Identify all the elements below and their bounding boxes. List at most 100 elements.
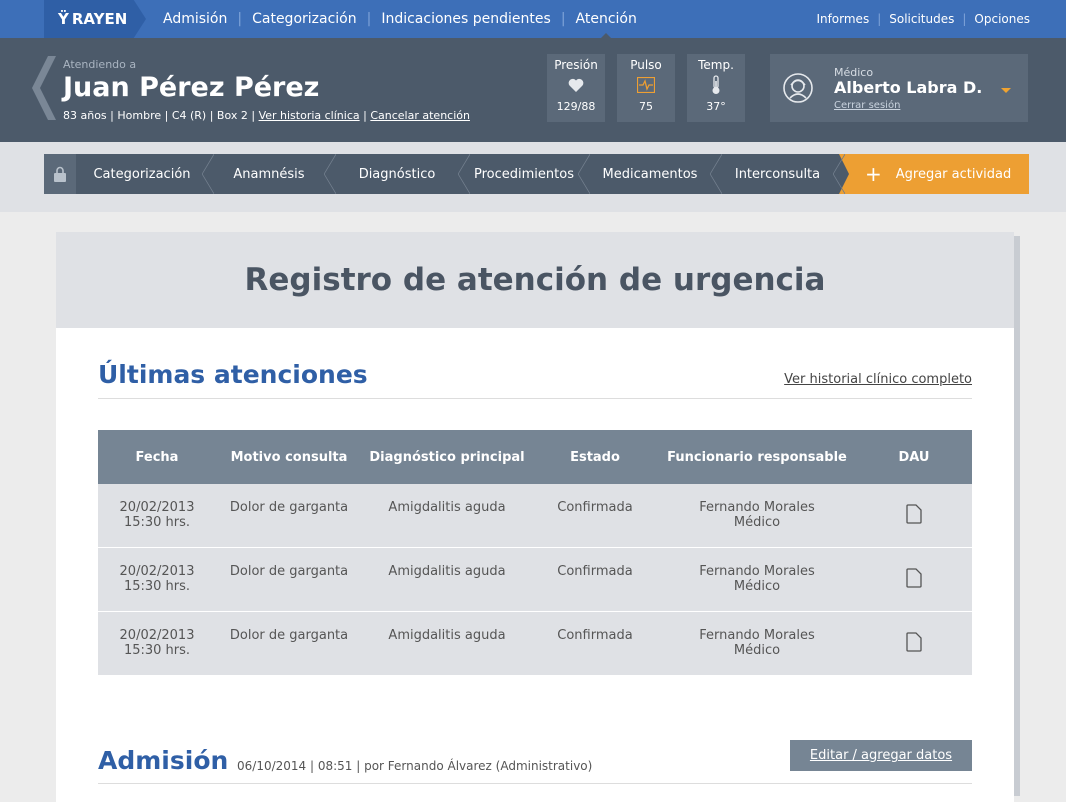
nav-categorizacion[interactable]: Categorización	[242, 11, 367, 27]
vital-pulse: Pulso 75	[617, 54, 675, 122]
doctor-name: Alberto Labra D.	[834, 78, 983, 97]
patient-demographics: 83 años | Hombre | C4 (R) | Box 2 |	[63, 109, 256, 122]
main-card: Registro de atención de urgencia Últimas…	[56, 232, 1014, 802]
nav-opciones[interactable]: Opciones	[974, 12, 1030, 26]
step-procedimientos[interactable]: Procedimientos	[464, 154, 590, 194]
divider	[98, 783, 972, 784]
time-text: 15:30 hrs.	[123, 643, 191, 658]
diagnosis-cell: Amigdalitis aguda	[388, 628, 506, 643]
status-cell: Confirmada	[557, 628, 633, 643]
vital-value: 129/88	[556, 100, 596, 113]
column-header: Estado	[570, 449, 620, 465]
chevron-down-icon[interactable]	[1001, 88, 1011, 93]
staff-cell: Fernando Morales Médico	[658, 564, 856, 594]
view-clinical-history-link[interactable]: Ver historia clínica	[259, 109, 360, 122]
column-header: Motivo consulta	[230, 449, 348, 465]
document-icon[interactable]	[906, 504, 922, 524]
vital-label: Presión	[554, 58, 598, 72]
plus-icon: +	[865, 162, 882, 186]
cancel-attention-link[interactable]: Cancelar atención	[370, 109, 470, 122]
doctor-avatar-icon	[783, 73, 813, 103]
time-text: 15:30 hrs.	[123, 579, 191, 594]
staff-name: Fernando Morales	[699, 564, 815, 579]
step-categorizacion[interactable]: Categorización	[76, 154, 214, 194]
edit-add-data-button[interactable]: Editar / agregar datos	[790, 740, 972, 771]
staff-name: Fernando Morales	[699, 628, 815, 643]
diagnosis-cell: Amigdalitis aguda	[388, 500, 506, 515]
column-header: DAU	[898, 449, 930, 465]
info-separator: |	[363, 109, 367, 122]
document-icon[interactable]	[906, 568, 922, 588]
patient-name: Juan Pérez Pérez	[63, 72, 320, 103]
step-diagnostico[interactable]: Diagnóstico	[330, 154, 470, 194]
page-title: Registro de atención de urgencia	[244, 262, 826, 298]
nav-admision[interactable]: Admisión	[163, 11, 237, 27]
staff-cell: Fernando Morales Médico	[658, 628, 856, 658]
thermometer-icon	[687, 75, 745, 95]
vital-value: 75	[639, 100, 653, 113]
vital-label: Pulso	[630, 58, 662, 72]
back-chevron-icon[interactable]	[26, 56, 56, 120]
table-row[interactable]: 20/02/2013 15:30 hrs. Dolor de garganta A…	[98, 484, 972, 548]
full-history-link[interactable]: Ver historial clínico completo	[784, 372, 972, 387]
step-anamnesis[interactable]: Anamnésis	[208, 154, 336, 194]
column-header: Diagnóstico principal	[369, 449, 525, 465]
pulse-icon	[617, 75, 675, 95]
date-text: 20/02/2013	[119, 628, 195, 643]
top-navigation: Ÿ RAYEN Admisión | Categorización | Indicac…	[0, 0, 1066, 39]
last-visits-title: Últimas atenciones	[98, 360, 368, 389]
table-row[interactable]: 20/02/2013 15:30 hrs. Dolor de garganta A…	[98, 612, 972, 676]
heart-icon	[547, 75, 605, 95]
divider	[98, 398, 972, 399]
table-row[interactable]: 20/02/2013 15:30 hrs. Dolor de garganta A…	[98, 548, 972, 612]
logout-link[interactable]: Cerrar sesión	[834, 100, 900, 111]
lock-icon	[44, 154, 76, 194]
table-header: Fecha Motivo consulta Diagnóstico princi…	[98, 430, 972, 484]
secondary-nav: Informes | Solicitudes | Opciones	[816, 12, 1030, 26]
vital-value: 37°	[706, 100, 726, 113]
admission-title: Admisión	[98, 746, 229, 775]
nav-indicaciones-pendientes[interactable]: Indicaciones pendientes	[371, 11, 560, 27]
staff-role: Médico	[733, 643, 781, 658]
step-interconsulta[interactable]: Interconsulta	[716, 154, 845, 194]
staff-role: Médico	[733, 515, 781, 530]
date-text: 20/02/2013	[119, 564, 195, 579]
patient-info: 83 años | Hombre | C4 (R) | Box 2 | Ver …	[63, 109, 470, 122]
status-cell: Confirmada	[557, 564, 633, 579]
staff-name: Fernando Morales	[699, 500, 815, 515]
status-cell: Confirmada	[557, 500, 633, 515]
vital-label: Temp.	[698, 58, 734, 72]
vital-temperature: Temp. 37°	[687, 54, 745, 122]
reason-cell: Dolor de garganta	[229, 564, 349, 579]
rayen-logo[interactable]: Ÿ RAYEN	[44, 0, 146, 38]
admission-meta: 06/10/2014 | 08:51 | por Fernando Álvare…	[237, 759, 593, 773]
reason-cell: Dolor de garganta	[229, 628, 349, 643]
nav-solicitudes[interactable]: Solicitudes	[889, 12, 954, 26]
doctor-panel[interactable]: Médico Alberto Labra D. Cerrar sesión	[770, 54, 1028, 122]
nav-atencion[interactable]: Atención	[566, 11, 647, 39]
dau-cell	[856, 628, 972, 656]
dau-cell	[856, 500, 972, 528]
dau-cell	[856, 564, 972, 592]
staff-role: Médico	[733, 579, 781, 594]
last-visits-table: Fecha Motivo consulta Diagnóstico princi…	[98, 430, 972, 676]
main-nav: Admisión | Categorización | Indicaciones p…	[163, 0, 647, 39]
date-cell: 20/02/2013 15:30 hrs.	[98, 628, 216, 658]
logo-text: RAYEN	[71, 10, 128, 28]
date-cell: 20/02/2013 15:30 hrs.	[98, 500, 216, 530]
diagnosis-cell: Amigdalitis aguda	[388, 564, 506, 579]
date-text: 20/02/2013	[119, 500, 195, 515]
nav-informes[interactable]: Informes	[816, 12, 869, 26]
add-activity-button[interactable]: + Agregar actividad	[839, 154, 1029, 194]
document-icon[interactable]	[906, 632, 922, 652]
time-text: 15:30 hrs.	[123, 515, 191, 530]
add-activity-label: Agregar actividad	[895, 166, 1012, 182]
step-medicamentos[interactable]: Medicamentos	[584, 154, 722, 194]
column-header: Funcionario responsable	[667, 449, 847, 465]
reason-cell: Dolor de garganta	[229, 500, 349, 515]
vital-pressure: Presión 129/88	[547, 54, 605, 122]
column-header: Fecha	[135, 449, 179, 465]
staff-cell: Fernando Morales Médico	[658, 500, 856, 530]
rayen-logo-icon: Ÿ	[58, 10, 69, 28]
date-cell: 20/02/2013 15:30 hrs.	[98, 564, 216, 594]
